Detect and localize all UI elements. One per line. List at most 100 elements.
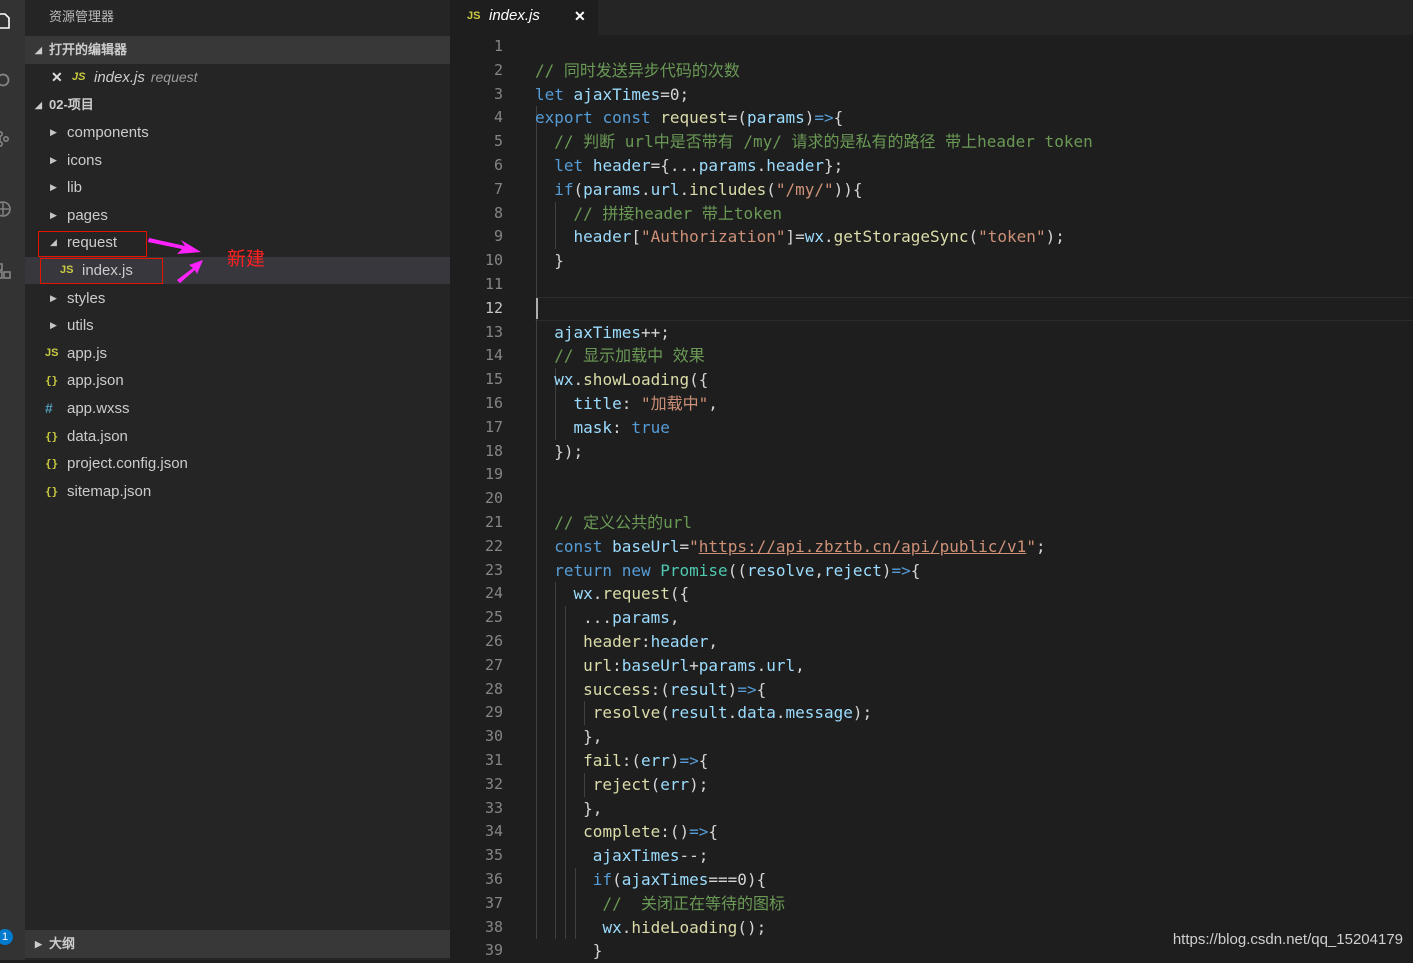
code-line: title: "加载中", [535,392,718,416]
outline-header[interactable]: ▶ 大纲 [25,930,450,958]
code-token: )) [833,179,853,199]
code-line: resolve(result.data.message); [535,701,872,725]
chevron-right-icon: ▶ [50,292,57,303]
tab-index-js[interactable]: JS index.js ✕ [450,0,598,35]
code-token: result [669,679,728,699]
annotation-arrows [148,238,203,283]
line-number: 32 [484,774,503,793]
line-number: 33 [484,798,503,817]
code-token: : [612,655,622,675]
code-token: const [554,536,603,556]
code-token: header [650,632,709,651]
files-icon[interactable] [0,12,12,30]
tree-item-label: utils [67,317,94,335]
code-token: https://api.zbztb.cn/api/public/v1 [698,536,1027,556]
tree-item-utils[interactable]: ▶ utils [25,312,450,339]
chevron-down-icon: ◢ [35,100,42,110]
open-editors-header[interactable]: ◢ 打开的编辑器 [25,36,450,64]
tree-item-lib[interactable]: ▶ lib [25,174,450,201]
code-token: wx [804,227,824,247]
code-token: } [535,251,564,271]
code-token: baseUrl [612,536,680,556]
code-token: params [612,608,670,628]
tree-item-app-js[interactable]: JS app.js [25,340,450,367]
search-icon[interactable] [0,72,12,90]
code-token: showLoading [583,370,690,390]
line-number: 38 [484,917,503,936]
code-token: . [640,179,651,199]
tree-item-sitemap-json[interactable]: {} sitemap.json [25,478,450,505]
code-line: fail:(err)=>{ [535,749,708,773]
tree-item-components[interactable]: ▶ components [25,119,450,146]
code-token: data [737,703,776,723]
line-number: 36 [484,870,503,888]
tree-item-styles[interactable]: ▶ styles [25,285,450,312]
text-cursor [536,298,538,319]
code-token: { [833,108,844,128]
code-line: mask: true [535,416,670,440]
line-number: 6 [493,156,503,174]
tree-item-project-config-json[interactable]: {} project.config.json [25,450,450,477]
code-token: header [573,227,632,247]
code-line: wx.request({ [535,582,690,606]
code-token: result [669,703,728,723]
code-line: // 显示加载中 效果 [535,344,705,368]
code-token: header [583,632,641,651]
code-editor[interactable]: 1 2// 同时发送异步代码的次数 3 let ajaxTimes=0; 4 export… [450,35,1413,960]
code-token: => [679,751,699,770]
tree-item-app-wxss[interactable]: # app.wxss [25,395,450,422]
code-line: let ajaxTimes=0; [535,83,689,107]
code-token: getStorageSync [833,227,969,247]
code-token: [ [631,227,641,247]
close-icon[interactable]: ✕ [51,64,63,91]
extensions-icon[interactable] [0,262,12,280]
code-line: } [535,249,564,273]
code-token: , [708,632,719,651]
code-line: success:(result)=>{ [535,678,766,702]
code-token: , [669,608,680,628]
code-token: url [766,655,796,675]
code-token: // 判断 url中是否带有 /my/ 请求的是私有的路径 带上header t… [554,132,1093,152]
code-token: url [650,179,680,199]
tree-item-app-json[interactable]: {} app.json [25,367,450,394]
code-token: . [592,584,603,604]
code-token: ( [573,179,584,199]
close-icon[interactable]: ✕ [574,0,586,32]
tree-item-label: lib [67,179,83,197]
open-editor-item[interactable]: ✕ JS index.js request [25,64,450,91]
code-token: resolve [746,560,815,580]
tree-item-label: icons [67,151,103,169]
code-token: " [689,536,699,556]
code-token: export [535,108,593,128]
code-token: // 拼接header 带上token [573,203,783,223]
line-number: 2 [493,60,503,79]
code-token: hideLoading [631,917,738,937]
source-control-icon[interactable] [0,130,12,148]
tree-item-data-json[interactable]: {} data.json [25,423,450,450]
code-line: if(params.url.includes("/my/")){ [535,178,862,202]
code-token: ajaxTimes [554,322,641,342]
code-token: return [554,560,613,580]
line-number: 17 [484,417,503,436]
debug-icon[interactable] [0,200,12,218]
code-line: // 关闭正在等待的图标 [535,892,785,916]
code-token: => [814,108,834,128]
chevron-down-icon: ◢ [35,45,42,55]
code-line: }); [535,440,583,464]
code-token: = [679,536,690,556]
code-token: { [910,560,921,580]
code-token: (); [737,917,767,937]
tree-item-pages[interactable]: ▶ pages [25,202,450,229]
notification-badge[interactable]: 1 [0,929,13,945]
json-file-icon: {} [45,457,59,471]
outline-label: 大纲 [49,936,76,951]
tree-item-icons[interactable]: ▶ icons [25,147,450,174]
highlight-box [38,231,147,257]
project-header[interactable]: ◢ 02-项目 [25,91,450,119]
